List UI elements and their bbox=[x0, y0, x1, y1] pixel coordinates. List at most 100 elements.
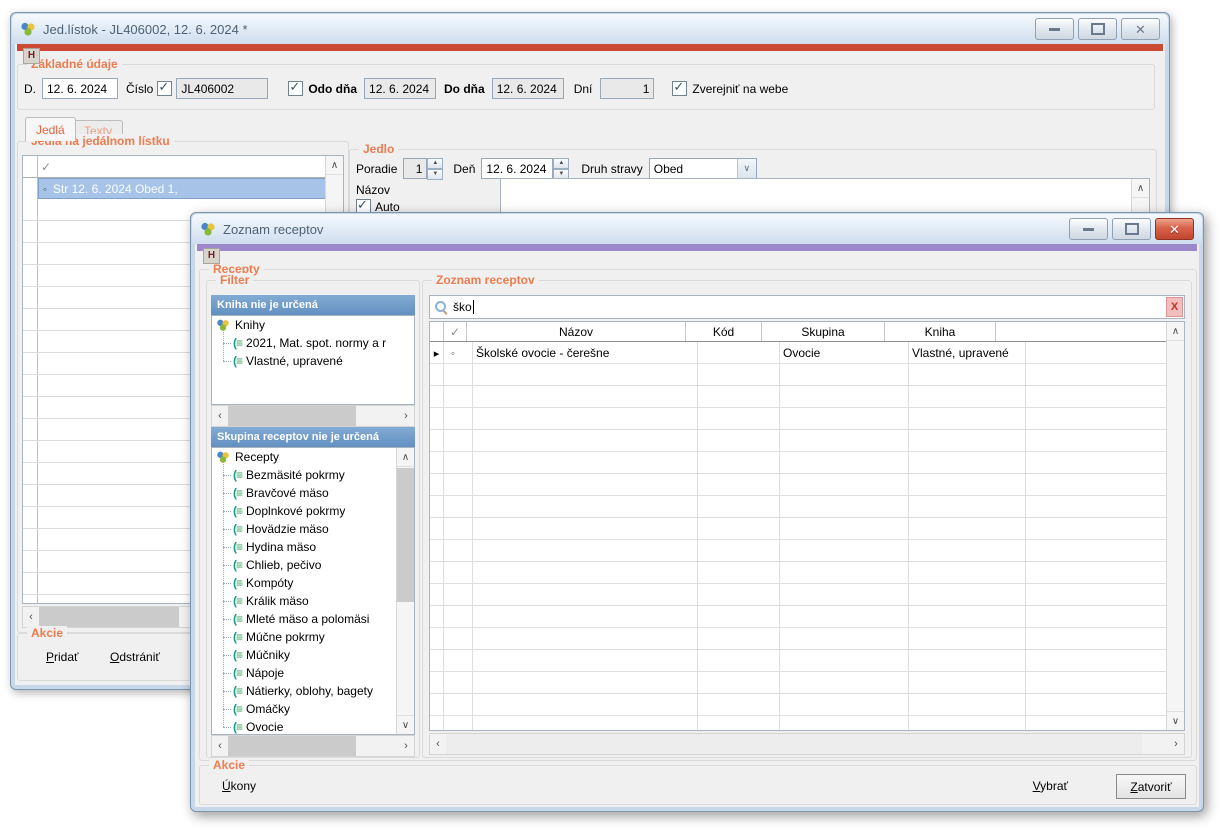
search-input[interactable]: ško bbox=[453, 300, 472, 314]
zatvorit-button[interactable]: Zatvoriť bbox=[1116, 774, 1186, 799]
empty-row[interactable] bbox=[430, 540, 1167, 562]
empty-row[interactable] bbox=[430, 386, 1167, 408]
tree-item-skupina[interactable]: (≡ Bezmäsité pokrmy bbox=[212, 466, 414, 484]
hscroll-thumb[interactable] bbox=[228, 736, 356, 756]
column-header-nazov[interactable]: Názov bbox=[467, 322, 686, 341]
scroll-left-icon[interactable]: ‹ bbox=[212, 406, 228, 426]
den-spinner[interactable]: ▲▼ bbox=[553, 158, 569, 179]
empty-row[interactable] bbox=[430, 408, 1167, 430]
empty-row[interactable] bbox=[430, 518, 1167, 540]
vybrat-button[interactable]: Vybrať bbox=[1033, 779, 1068, 793]
scroll-up-icon[interactable]: ∧ bbox=[326, 156, 343, 175]
scroll-left-icon[interactable]: ‹ bbox=[212, 736, 228, 756]
h-chip[interactable]: H bbox=[203, 248, 220, 264]
empty-row[interactable] bbox=[430, 672, 1167, 694]
datum-input[interactable]: 12. 6. 2024 bbox=[42, 78, 118, 99]
odo-dna-checkbox[interactable] bbox=[288, 81, 303, 96]
scroll-up-icon[interactable]: ∧ bbox=[1132, 179, 1149, 198]
poradie-spinner[interactable]: ▲▼ bbox=[427, 158, 443, 179]
empty-row[interactable] bbox=[430, 584, 1167, 606]
tree-item-skupina[interactable]: (≡ Ovocie bbox=[212, 718, 414, 735]
tree-item-skupina[interactable]: (≡ Kompóty bbox=[212, 574, 414, 592]
tree-item-skupina[interactable]: (≡ Nápoje bbox=[212, 664, 414, 682]
minimize-button[interactable] bbox=[1035, 18, 1074, 40]
tree-item-skupina[interactable]: (≡ Omáčky bbox=[212, 700, 414, 718]
scroll-up-icon[interactable]: ∧ bbox=[1167, 322, 1184, 341]
empty-row[interactable] bbox=[430, 452, 1167, 474]
jedla-selected-row[interactable]: Str 12. 6. 2024 Obed 1, bbox=[23, 178, 326, 199]
dni-input[interactable]: 1 bbox=[600, 78, 654, 99]
scroll-right-icon[interactable]: › bbox=[1168, 734, 1184, 754]
zoznam-titlebar[interactable]: Zoznam receptov ✕ bbox=[192, 214, 1202, 244]
tree-item-skupina[interactable]: (≡ Hovädzie mäso bbox=[212, 520, 414, 538]
pridat-button[interactable]: Pridať bbox=[46, 650, 79, 664]
empty-row[interactable] bbox=[430, 364, 1167, 386]
empty-row[interactable] bbox=[430, 562, 1167, 584]
tree-item-skupina[interactable]: (≡ Bravčové mäso bbox=[212, 484, 414, 502]
empty-row[interactable] bbox=[430, 650, 1167, 672]
odo-dna-input[interactable]: 12. 6. 2024 bbox=[364, 78, 436, 99]
column-header-kniha[interactable]: Kniha bbox=[885, 322, 996, 341]
column-header-skupina[interactable]: Skupina bbox=[762, 322, 885, 341]
empty-row[interactable] bbox=[430, 496, 1167, 518]
cislo-checkbox[interactable] bbox=[157, 81, 172, 96]
zverejnit-checkbox[interactable] bbox=[672, 81, 687, 96]
druh-stravy-combo[interactable]: Obed ∨ bbox=[649, 158, 757, 179]
tree-item-skupina[interactable]: (≡ Králik mäso bbox=[212, 592, 414, 610]
empty-row[interactable] bbox=[430, 716, 1167, 731]
scroll-down-icon[interactable]: ∨ bbox=[397, 715, 414, 734]
minimize-button[interactable] bbox=[1069, 218, 1108, 240]
maximize-button[interactable] bbox=[1078, 18, 1117, 40]
empty-row[interactable] bbox=[430, 628, 1167, 650]
column-header-kod[interactable]: Kód bbox=[686, 322, 762, 341]
hscroll-thumb[interactable] bbox=[39, 607, 179, 627]
poradie-input[interactable]: 1 bbox=[403, 158, 427, 179]
tree-item-skupina[interactable]: (≡ Nátierky, oblohy, bagety bbox=[212, 682, 414, 700]
scroll-right-icon[interactable]: › bbox=[398, 736, 414, 756]
hscroll-thumb[interactable] bbox=[446, 734, 1142, 754]
vscroll-thumb[interactable] bbox=[397, 468, 414, 602]
knihy-tree-hscrollbar[interactable]: ‹ › bbox=[211, 405, 415, 427]
scroll-up-icon[interactable]: ∧ bbox=[397, 448, 414, 467]
empty-row[interactable] bbox=[430, 474, 1167, 496]
cislo-input[interactable]: JL406002 bbox=[176, 78, 268, 99]
tree-item-skupina[interactable]: (≡ Doplnkové pokrmy bbox=[212, 502, 414, 520]
tab-jedla[interactable]: Jedlá bbox=[25, 117, 76, 141]
tree-item-skupina[interactable]: (≡ Múčniky bbox=[212, 646, 414, 664]
recepty-table-hscrollbar[interactable]: ‹ › bbox=[429, 733, 1185, 755]
search-box[interactable]: ško X bbox=[429, 295, 1185, 319]
tree-item-skupina[interactable]: (≡ Mleté mäso a polomäsi bbox=[212, 610, 414, 628]
skupiny-tree-hscrollbar[interactable]: ‹ › bbox=[211, 735, 415, 757]
empty-row[interactable] bbox=[430, 430, 1167, 452]
scroll-right-icon[interactable]: › bbox=[398, 406, 414, 426]
close-button[interactable]: ✕ bbox=[1121, 18, 1160, 40]
empty-row[interactable] bbox=[430, 694, 1167, 716]
tree-item-skupina[interactable]: (≡ Hydina mäso bbox=[212, 538, 414, 556]
knihy-tree-root[interactable]: Knihy bbox=[212, 316, 414, 334]
h-chip[interactable]: H bbox=[23, 48, 40, 64]
empty-row[interactable] bbox=[430, 606, 1167, 628]
check-column-header[interactable] bbox=[444, 322, 467, 341]
ukony-button[interactable]: Úkony bbox=[222, 779, 256, 793]
skupiny-tree-root[interactable]: Recepty bbox=[212, 448, 414, 466]
close-button[interactable]: ✕ bbox=[1155, 218, 1194, 240]
skupina-filter-header[interactable]: Skupina receptov nie je určená bbox=[211, 427, 415, 447]
table-row[interactable]: Školské ovocie - čerešne Ovocie Vlastné,… bbox=[430, 342, 1167, 364]
recepty-table-vscrollbar[interactable]: ∧ ∨ bbox=[1166, 322, 1184, 730]
skupiny-tree-vscrollbar[interactable]: ∧ ∨ bbox=[396, 448, 414, 734]
tree-item-skupina[interactable]: (≡ Chlieb, pečivo bbox=[212, 556, 414, 574]
tree-item-kniha[interactable]: (≡ 2021, Mat. spot. normy a r bbox=[212, 334, 414, 352]
odstranit-button[interactable]: Odstrániť bbox=[110, 650, 160, 664]
clear-search-icon[interactable]: X bbox=[1166, 297, 1183, 317]
tree-item-skupina[interactable]: (≡ Múčne pokrmy bbox=[212, 628, 414, 646]
kniha-filter-header[interactable]: Kniha nie je určená bbox=[211, 295, 415, 315]
do-dna-input[interactable]: 12. 6. 2024 bbox=[492, 78, 564, 99]
scroll-left-icon[interactable]: ‹ bbox=[23, 607, 39, 627]
maximize-button[interactable] bbox=[1112, 218, 1151, 240]
tree-item-kniha[interactable]: (≡ Vlastné, upravené bbox=[212, 352, 414, 370]
scroll-left-icon[interactable]: ‹ bbox=[430, 734, 446, 754]
hscroll-thumb[interactable] bbox=[228, 406, 356, 426]
jedlistok-titlebar[interactable]: Jed.lístok - JL406002, 12. 6. 2024 * ✕ bbox=[12, 14, 1168, 44]
scroll-down-icon[interactable]: ∨ bbox=[1167, 711, 1184, 730]
chevron-down-icon[interactable]: ∨ bbox=[737, 159, 756, 178]
